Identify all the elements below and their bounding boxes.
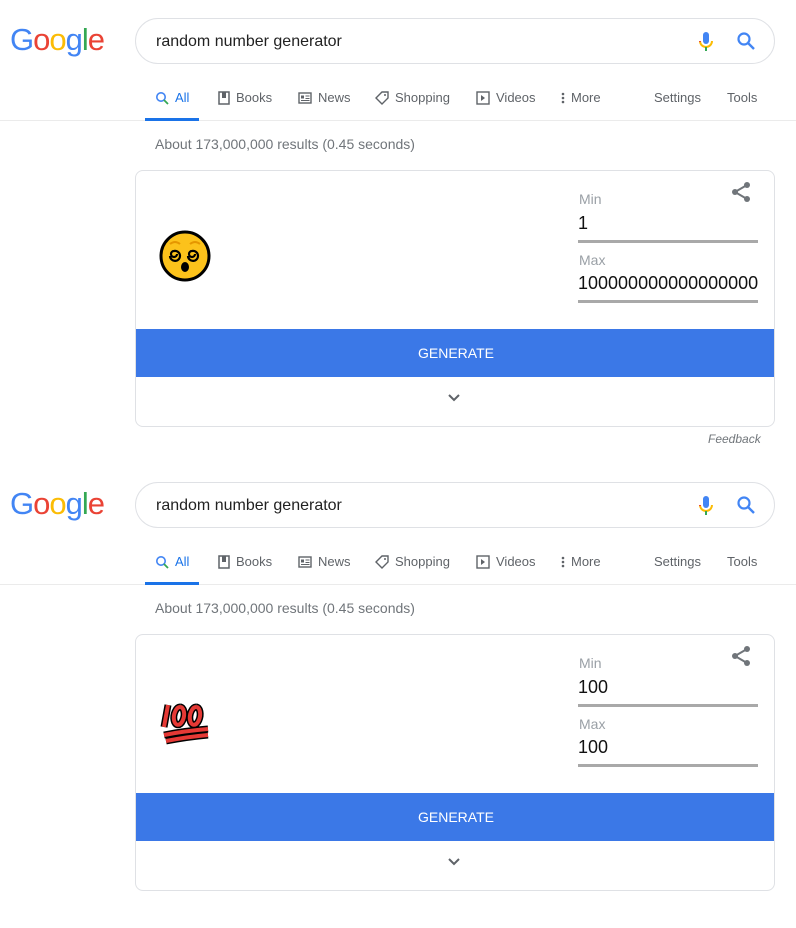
book-icon	[218, 90, 230, 105]
tab-tools[interactable]: Tools	[727, 90, 757, 105]
tab-label: Shopping	[395, 554, 450, 569]
tab-label: More	[571, 554, 601, 569]
play-icon	[476, 554, 490, 569]
tab-label: Books	[236, 554, 273, 569]
more-vert-icon	[561, 556, 565, 567]
newspaper-icon	[298, 555, 312, 568]
tab-settings[interactable]: Settings	[654, 554, 701, 569]
generate-button[interactable]: GENERATE	[136, 793, 774, 841]
search-tabs: All Books News Shopping Videos More Sett…	[0, 80, 796, 121]
tab-shopping[interactable]: Shopping	[375, 90, 450, 105]
tab-tools[interactable]: Tools	[727, 554, 757, 569]
tag-icon	[375, 90, 389, 105]
tab-label: All	[175, 554, 190, 569]
google-logo[interactable]: Google	[10, 22, 105, 58]
microphone-icon[interactable]	[698, 495, 714, 517]
random-number-card: Min 100 Max 100 GENERATE	[135, 634, 775, 891]
random-number-card: Min 1 Max 10000000000000000000 GENERATE	[135, 170, 775, 427]
min-label: Min	[579, 655, 602, 671]
tag-icon	[375, 554, 389, 569]
tab-label: Videos	[496, 554, 536, 569]
search-icon[interactable]	[736, 495, 756, 515]
tab-all[interactable]: All	[144, 554, 201, 585]
search-icon[interactable]	[736, 31, 756, 51]
search-box[interactable]: random number generator	[135, 482, 775, 528]
tab-label: News	[318, 90, 351, 105]
search-input[interactable]: random number generator	[156, 32, 676, 52]
book-icon	[218, 554, 230, 569]
tab-label: Settings	[654, 90, 701, 105]
max-label: Max	[579, 716, 606, 732]
tab-news[interactable]: News	[298, 554, 351, 569]
tab-label: Videos	[496, 90, 536, 105]
tab-label: Settings	[654, 554, 701, 569]
dizzy-face-icon	[158, 229, 212, 288]
min-input[interactable]: 1	[578, 213, 758, 243]
search-result-block: Google random number generator All Books…	[0, 0, 796, 464]
tab-label: More	[571, 90, 601, 105]
tab-shopping[interactable]: Shopping	[375, 554, 450, 569]
chevron-down-icon[interactable]	[446, 393, 462, 403]
tab-more[interactable]: More	[561, 90, 601, 105]
search-icon	[156, 91, 169, 105]
search-icon	[156, 555, 169, 569]
feedback-link[interactable]: Feedback	[708, 432, 761, 446]
tab-videos[interactable]: Videos	[476, 554, 536, 569]
tab-label: Tools	[727, 90, 758, 105]
newspaper-icon	[298, 91, 312, 104]
result-stats: About 173,000,000 results (0.45 seconds)	[155, 136, 415, 152]
more-vert-icon	[561, 92, 565, 103]
min-label: Min	[579, 191, 602, 207]
tab-label: Shopping	[395, 90, 450, 105]
search-tabs: All Books News Shopping Videos More Sett…	[0, 544, 796, 585]
hundred-points-icon	[158, 693, 212, 752]
search-result-block: Google random number generator All Books…	[0, 464, 796, 928]
google-logo[interactable]: Google	[10, 486, 105, 522]
microphone-icon[interactable]	[698, 31, 714, 53]
play-icon	[476, 90, 490, 105]
tab-label: All	[175, 90, 190, 105]
tab-books[interactable]: Books	[218, 90, 272, 105]
generate-button[interactable]: GENERATE	[136, 329, 774, 377]
min-input[interactable]: 100	[578, 677, 758, 707]
share-icon[interactable]	[730, 645, 752, 667]
tab-books[interactable]: Books	[218, 554, 272, 569]
max-input[interactable]: 100	[578, 737, 758, 767]
result-stats: About 173,000,000 results (0.45 seconds)	[155, 600, 415, 616]
search-input[interactable]: random number generator	[156, 496, 676, 516]
chevron-down-icon[interactable]	[446, 857, 462, 867]
search-box[interactable]: random number generator	[135, 18, 775, 64]
max-input[interactable]: 10000000000000000000	[578, 273, 758, 303]
max-label: Max	[579, 252, 606, 268]
tab-label: Tools	[727, 554, 758, 569]
tab-news[interactable]: News	[298, 90, 351, 105]
tab-videos[interactable]: Videos	[476, 90, 536, 105]
tab-label: Books	[236, 90, 273, 105]
tab-more[interactable]: More	[561, 554, 601, 569]
tab-all[interactable]: All	[144, 90, 201, 121]
tab-settings[interactable]: Settings	[654, 90, 701, 105]
tab-label: News	[318, 554, 351, 569]
share-icon[interactable]	[730, 181, 752, 203]
